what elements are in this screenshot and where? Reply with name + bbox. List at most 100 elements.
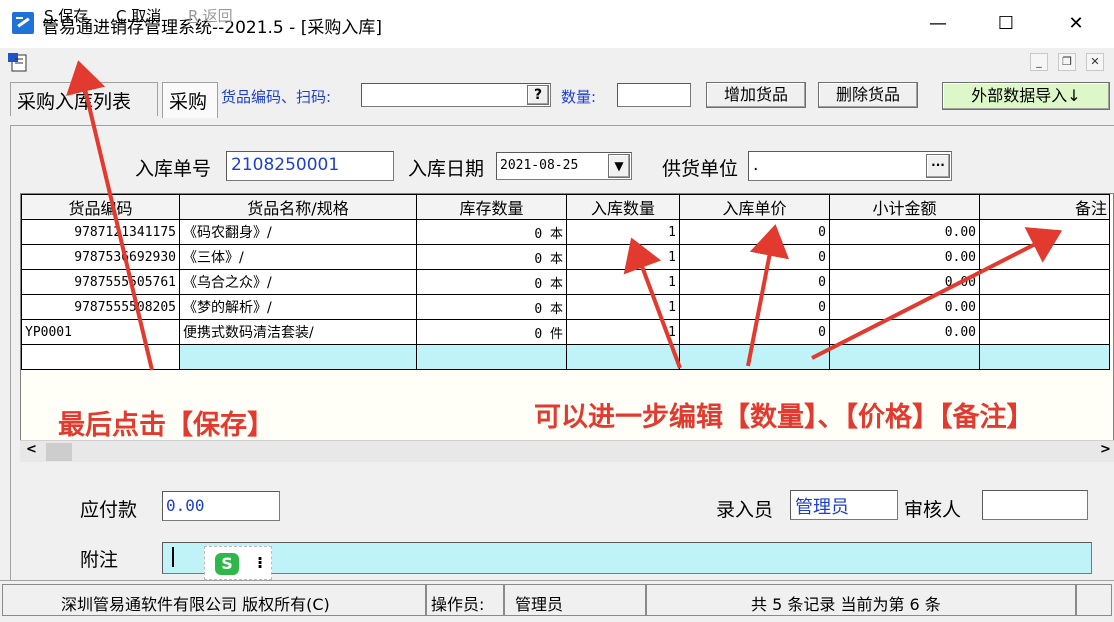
col-header-name[interactable]: 货品名称/规格: [179, 194, 417, 220]
cell-name[interactable]: 《梦的解析》/: [179, 294, 417, 320]
date-dropdown-icon[interactable]: ▼: [608, 154, 630, 178]
cell-qty[interactable]: 1: [566, 269, 680, 295]
save-button[interactable]: S.保存: [44, 5, 88, 26]
cell-price[interactable]: 0: [679, 219, 830, 245]
status-resize-grip-icon[interactable]: [1076, 584, 1112, 616]
cell-stock[interactable]: 0 本: [416, 219, 567, 245]
table-row[interactable]: YP0001 便携式数码清洁套装/ 0 件 1 0 0.00: [21, 319, 1110, 345]
cell-amount[interactable]: 0.00: [829, 319, 980, 345]
scroll-left-icon[interactable]: <: [26, 442, 37, 457]
items-table: 货品编码 货品名称/规格 库存数量 入库数量 入库单价 小计金额 备注 9787…: [21, 194, 1110, 370]
date-value: 2021-08-25: [500, 158, 579, 173]
cancel-button[interactable]: C.取消: [116, 5, 161, 26]
cell-qty[interactable]: 1: [566, 319, 680, 345]
cell-name[interactable]: 便携式数码清洁套装/: [179, 319, 417, 345]
cell-amount[interactable]: 0.00: [829, 269, 980, 295]
scroll-right-icon[interactable]: >: [1100, 442, 1111, 457]
reviewer-input[interactable]: [982, 490, 1088, 520]
remark-label: 附注: [80, 549, 119, 571]
col-header-stock[interactable]: 库存数量: [416, 194, 567, 220]
col-header-price[interactable]: 入库单价: [679, 194, 830, 220]
mdi-minimize-icon[interactable]: _: [1030, 53, 1048, 71]
add-item-button[interactable]: 增加货品: [706, 82, 806, 108]
new-cell-code[interactable]: [21, 344, 180, 370]
payable-input[interactable]: 0.00: [162, 491, 280, 521]
cell-stock[interactable]: 0 本: [416, 294, 567, 320]
save-hotkey: S: [44, 7, 54, 25]
cell-qty[interactable]: 1: [566, 244, 680, 270]
quantity-input[interactable]: [617, 83, 691, 107]
new-cell-note[interactable]: [979, 344, 1110, 370]
tab-purchase-entry[interactable]: 采购: [162, 82, 218, 118]
doc-no-input[interactable]: 2108250001: [226, 151, 394, 181]
cell-stock[interactable]: 0 本: [416, 244, 567, 270]
minimize-button[interactable]: —: [918, 8, 958, 40]
cell-name[interactable]: 《三体》/: [179, 244, 417, 270]
doc-no-label: 入库单号: [135, 158, 212, 180]
supplier-lookup-button[interactable]: ···: [926, 154, 950, 178]
cell-qty[interactable]: 1: [566, 219, 680, 245]
mdi-restore-icon[interactable]: ❐: [1058, 53, 1076, 71]
table-row[interactable]: 9787536692930 《三体》/ 0 本 1 0 0.00: [21, 244, 1110, 270]
col-header-qty[interactable]: 入库数量: [566, 194, 680, 220]
back-button[interactable]: R.返回: [188, 5, 233, 26]
cell-code[interactable]: 9787555508205: [21, 294, 180, 320]
cell-amount[interactable]: 0.00: [829, 294, 980, 320]
cell-code[interactable]: YP0001: [21, 319, 180, 345]
status-operator-value: 管理员: [504, 584, 646, 616]
code-scan-input[interactable]: [361, 83, 551, 107]
new-cell-stock[interactable]: [416, 344, 567, 370]
cell-code[interactable]: 9787536692930: [21, 244, 180, 270]
table-row[interactable]: 9787121341175 《码农翻身》/ 0 本 1 0 0.00: [21, 219, 1110, 245]
cancel-hotkey: C: [116, 7, 127, 25]
operator-input[interactable]: 管理员: [790, 490, 898, 520]
cell-amount[interactable]: 0.00: [829, 219, 980, 245]
close-button[interactable]: ✕: [1056, 8, 1096, 40]
mdi-close-icon[interactable]: ✕: [1086, 53, 1104, 71]
cell-stock[interactable]: 0 件: [416, 319, 567, 345]
cell-note[interactable]: [979, 294, 1110, 320]
cell-note[interactable]: [979, 269, 1110, 295]
new-cell-price[interactable]: [679, 344, 830, 370]
supplier-input[interactable]: .: [748, 151, 952, 181]
maximize-button[interactable]: ☐: [986, 8, 1026, 40]
cell-price[interactable]: 0: [679, 319, 830, 345]
table-row[interactable]: 9787555508205 《梦的解析》/ 0 本 1 0 0.00: [21, 294, 1110, 320]
cell-price[interactable]: 0: [679, 294, 830, 320]
status-operator-label: 操作员:: [426, 584, 504, 616]
new-cell-name[interactable]: [179, 344, 417, 370]
cell-price[interactable]: 0: [679, 244, 830, 270]
cell-note[interactable]: [979, 319, 1110, 345]
code-lookup-button[interactable]: ?: [527, 85, 549, 105]
delete-item-button[interactable]: 删除货品: [818, 82, 918, 108]
new-entry-row[interactable]: [21, 344, 1110, 370]
cell-qty[interactable]: 1: [566, 294, 680, 320]
document-icon: [8, 53, 30, 73]
cell-note[interactable]: [979, 219, 1110, 245]
col-header-amount[interactable]: 小计金额: [829, 194, 980, 220]
cell-amount[interactable]: 0.00: [829, 244, 980, 270]
cell-code[interactable]: 9787555505761: [21, 269, 180, 295]
col-header-code[interactable]: 货品编码: [21, 194, 180, 220]
tab-purchase-list[interactable]: 采购入库列表: [10, 82, 158, 116]
ime-toolbar[interactable]: S ⁝: [204, 546, 272, 580]
sogou-ime-icon[interactable]: S: [215, 553, 239, 575]
payable-label: 应付款: [80, 499, 138, 521]
edit-hint-annotation: 可以进一步编辑【数量】、【价格】【备注】: [534, 402, 1034, 433]
scroll-thumb[interactable]: [46, 443, 72, 461]
external-import-button[interactable]: 外部数据导入↓: [942, 82, 1110, 110]
new-cell-amount[interactable]: [829, 344, 980, 370]
ime-menu-icon[interactable]: ⁝: [257, 553, 263, 572]
table-row[interactable]: 9787555505761 《乌合之众》/ 0 本 1 0 0.00: [21, 269, 1110, 295]
reviewer-label: 审核人: [904, 499, 962, 521]
cell-note[interactable]: [979, 244, 1110, 270]
cell-name[interactable]: 《码农翻身》/: [179, 219, 417, 245]
cell-price[interactable]: 0: [679, 269, 830, 295]
cell-name[interactable]: 《乌合之众》/: [179, 269, 417, 295]
grid-horizontal-scrollbar[interactable]: < >: [20, 440, 1114, 462]
cell-stock[interactable]: 0 本: [416, 269, 567, 295]
col-header-note[interactable]: 备注: [979, 194, 1110, 220]
cell-code[interactable]: 9787121341175: [21, 219, 180, 245]
remark-input[interactable]: [162, 542, 1092, 574]
new-cell-qty[interactable]: [566, 344, 680, 370]
